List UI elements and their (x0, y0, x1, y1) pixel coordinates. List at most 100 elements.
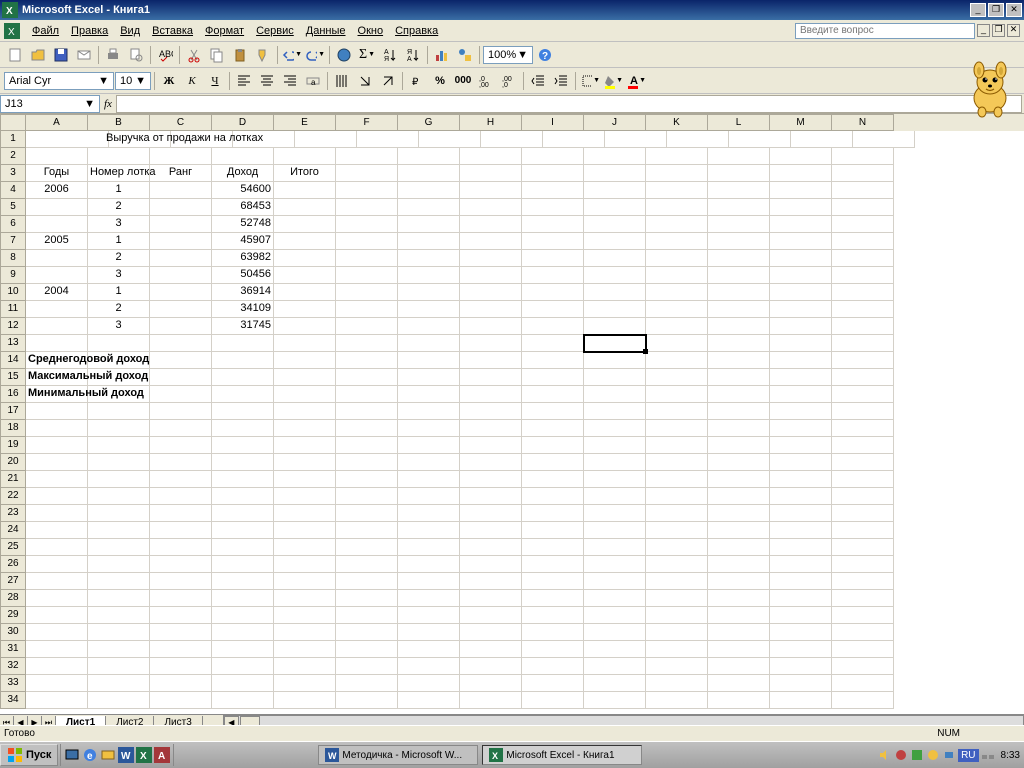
cell-I7[interactable] (522, 233, 584, 250)
cell-L26[interactable] (708, 556, 770, 573)
cell-L27[interactable] (708, 573, 770, 590)
cell-N22[interactable] (832, 488, 894, 505)
cell-I12[interactable] (522, 318, 584, 335)
cell-H30[interactable] (460, 624, 522, 641)
cell-G30[interactable] (398, 624, 460, 641)
col-header-D[interactable]: D (212, 114, 274, 131)
cell-I31[interactable] (522, 641, 584, 658)
cell-F8[interactable] (336, 250, 398, 267)
cell-G28[interactable] (398, 590, 460, 607)
cell-H16[interactable] (460, 386, 522, 403)
cell-F16[interactable] (336, 386, 398, 403)
cell-G27[interactable] (398, 573, 460, 590)
cell-M18[interactable] (770, 420, 832, 437)
cell-F5[interactable] (336, 199, 398, 216)
row-header-5[interactable]: 5 (0, 199, 26, 216)
cell-F19[interactable] (336, 437, 398, 454)
cell-I34[interactable] (522, 692, 584, 709)
cell-K25[interactable] (646, 539, 708, 556)
cell-E33[interactable] (274, 675, 336, 692)
cell-M11[interactable] (770, 301, 832, 318)
cell-A31[interactable] (26, 641, 88, 658)
row-header-19[interactable]: 19 (0, 437, 26, 454)
cell-L23[interactable] (708, 505, 770, 522)
cell-J5[interactable] (584, 199, 646, 216)
taskbar-task-0[interactable]: WМетодичка - Microsoft W... (318, 745, 478, 765)
cell-E8[interactable] (274, 250, 336, 267)
cell-A17[interactable] (26, 403, 88, 420)
cell-G33[interactable] (398, 675, 460, 692)
row-header-23[interactable]: 23 (0, 505, 26, 522)
cell-D2[interactable] (212, 148, 274, 165)
cell-D10[interactable]: 36914 (212, 284, 274, 301)
cell-G16[interactable] (398, 386, 460, 403)
cell-G4[interactable] (398, 182, 460, 199)
row-header-29[interactable]: 29 (0, 607, 26, 624)
cell-C16[interactable] (150, 386, 212, 403)
cell-F6[interactable] (336, 216, 398, 233)
cell-J22[interactable] (584, 488, 646, 505)
cell-K26[interactable] (646, 556, 708, 573)
cell-C15[interactable] (150, 369, 212, 386)
cell-G31[interactable] (398, 641, 460, 658)
underline-button[interactable]: Ч (204, 70, 226, 92)
cell-B2[interactable] (88, 148, 150, 165)
cell-H12[interactable] (460, 318, 522, 335)
cell-B8[interactable]: 2 (88, 250, 150, 267)
cell-B22[interactable] (88, 488, 150, 505)
cell-N15[interactable] (832, 369, 894, 386)
cell-G10[interactable] (398, 284, 460, 301)
cell-I20[interactable] (522, 454, 584, 471)
menu-edit[interactable]: Правка (65, 23, 114, 39)
cell-M9[interactable] (770, 267, 832, 284)
quick-launch-ie-icon[interactable]: e (82, 747, 98, 763)
cell-H5[interactable] (460, 199, 522, 216)
tray-icon-5[interactable] (942, 748, 956, 762)
cell-K17[interactable] (646, 403, 708, 420)
cell-C2[interactable] (150, 148, 212, 165)
cell-M15[interactable] (770, 369, 832, 386)
cell-N16[interactable] (832, 386, 894, 403)
cell-F14[interactable] (336, 352, 398, 369)
cell-F23[interactable] (336, 505, 398, 522)
cell-J13[interactable] (584, 335, 646, 352)
cell-D22[interactable] (212, 488, 274, 505)
row-header-15[interactable]: 15 (0, 369, 26, 386)
cell-K14[interactable] (646, 352, 708, 369)
cell-F18[interactable] (336, 420, 398, 437)
close-button[interactable]: ✕ (1006, 3, 1022, 17)
cell-I22[interactable] (522, 488, 584, 505)
cell-M27[interactable] (770, 573, 832, 590)
cell-G5[interactable] (398, 199, 460, 216)
cell-E4[interactable] (274, 182, 336, 199)
cell-D18[interactable] (212, 420, 274, 437)
cell-K21[interactable] (646, 471, 708, 488)
cell-M16[interactable] (770, 386, 832, 403)
language-indicator[interactable]: RU (958, 749, 978, 762)
fx-icon[interactable]: fx (104, 98, 112, 110)
col-header-L[interactable]: L (708, 114, 770, 131)
cell-J23[interactable] (584, 505, 646, 522)
row-header-7[interactable]: 7 (0, 233, 26, 250)
cell-A11[interactable] (26, 301, 88, 318)
row-header-31[interactable]: 31 (0, 641, 26, 658)
cell-G3[interactable] (398, 165, 460, 182)
print-button[interactable] (102, 44, 124, 66)
cell-G19[interactable] (398, 437, 460, 454)
save-button[interactable] (50, 44, 72, 66)
cell-C12[interactable] (150, 318, 212, 335)
cell-D8[interactable]: 63982 (212, 250, 274, 267)
cell-M26[interactable] (770, 556, 832, 573)
align-center-button[interactable] (256, 70, 278, 92)
italic-button[interactable]: К (181, 70, 203, 92)
cell-N8[interactable] (832, 250, 894, 267)
cell-F12[interactable] (336, 318, 398, 335)
cell-K27[interactable] (646, 573, 708, 590)
cell-M13[interactable] (770, 335, 832, 352)
cell-A4[interactable]: 2006 (26, 182, 88, 199)
col-header-J[interactable]: J (584, 114, 646, 131)
cell-G2[interactable] (398, 148, 460, 165)
cell-F13[interactable] (336, 335, 398, 352)
cell-F25[interactable] (336, 539, 398, 556)
cell-L9[interactable] (708, 267, 770, 284)
